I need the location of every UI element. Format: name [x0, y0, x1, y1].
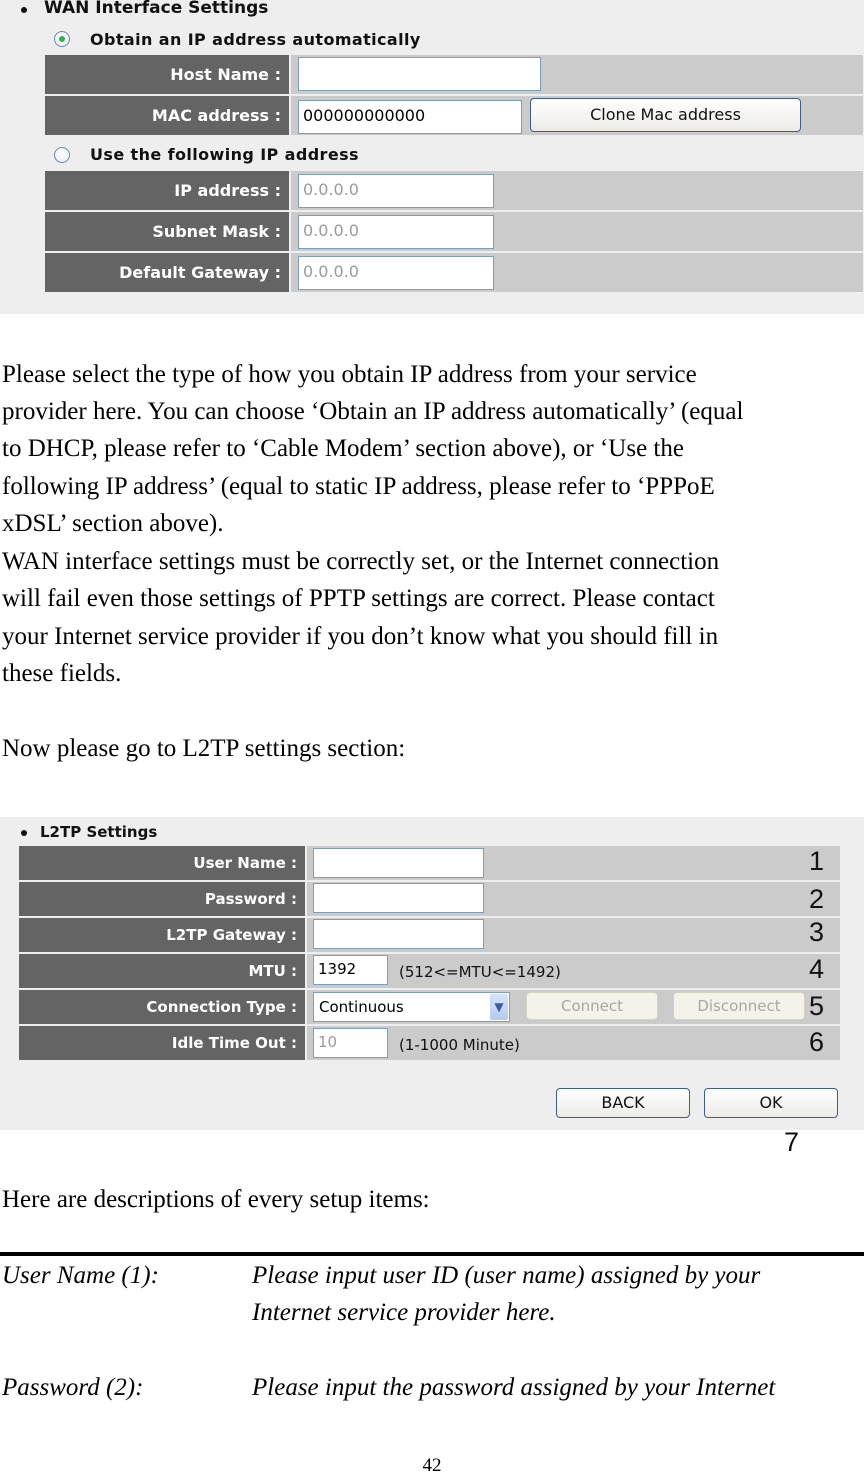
idle-timeout-label: Idle Time Out : [19, 1026, 305, 1060]
ok-button[interactable]: OK [704, 1088, 838, 1118]
callout-5: 5 [809, 991, 825, 1021]
bullet-icon [21, 830, 27, 836]
ip-address-row: IP address : 0.0.0.0 [45, 171, 863, 210]
callout-2: 2 [809, 884, 825, 914]
l2tp-gateway-row: L2TP Gateway : 3 [19, 917, 840, 952]
para-line: to DHCP, please refer to ‘Cable Modem’ s… [2, 435, 684, 462]
host-name-label: Host Name : [45, 55, 289, 94]
idle-timeout-hint: (1-1000 Minute) [399, 1036, 520, 1054]
l2tp-gateway-input[interactable] [313, 919, 484, 949]
mac-address-label: MAC address : [45, 96, 289, 135]
para-line: Please select the type of how you obtain… [2, 361, 697, 388]
disconnect-button[interactable]: Disconnect [673, 992, 805, 1020]
l2tp-gateway-label: L2TP Gateway : [19, 918, 305, 952]
connection-type-select[interactable]: Continuous ▼ [313, 992, 510, 1022]
desc-text: Internet service provider here. [252, 1299, 556, 1326]
radio-use-static-label: Use the following IP address [90, 145, 359, 164]
clone-mac-button[interactable]: Clone Mac address [530, 98, 801, 132]
desc-term: User Name (1): [2, 1262, 159, 1289]
l2tp-intro: Now please go to L2TP settings section: [2, 735, 406, 762]
user-name-label: User Name : [19, 846, 305, 880]
para-line: provider here. You can choose ‘Obtain an… [2, 398, 744, 425]
mtu-row: MTU : 1392 (512<=MTU<=1492) 4 [19, 954, 840, 988]
mac-address-input[interactable]: 000000000000 [298, 100, 522, 134]
desc-text: Please input the password assigned by yo… [252, 1374, 776, 1401]
chevron-down-icon[interactable]: ▼ [490, 994, 508, 1020]
idle-timeout-input[interactable]: 10 [313, 1028, 388, 1058]
password-row: Password : 2 [19, 882, 840, 916]
para-line: will fail even those settings of PPTP se… [2, 585, 715, 612]
connection-type-label: Connection Type : [19, 990, 305, 1024]
l2tp-settings-panel: L2TP Settings User Name : 1 Password : 2… [0, 817, 864, 1130]
desc-text: Please input user ID (user name) assigne… [252, 1262, 761, 1289]
default-gateway-input[interactable]: 0.0.0.0 [298, 256, 494, 290]
ip-address-label: IP address : [45, 171, 289, 210]
password-label: Password : [19, 882, 305, 916]
para-line: WAN interface settings must be correctly… [2, 548, 720, 575]
password-input[interactable] [313, 883, 484, 913]
callout-7: 7 [784, 1127, 800, 1157]
callout-4: 4 [809, 954, 825, 984]
wan-section-title: WAN Interface Settings [44, 0, 269, 18]
mac-address-row: MAC address : 000000000000 Clone Mac add… [45, 96, 863, 135]
radio-obtain-auto-label: Obtain an IP address automatically [90, 30, 421, 49]
idle-timeout-row: Idle Time Out : 10 (1-1000 Minute) 6 [19, 1026, 840, 1060]
host-name-input[interactable] [298, 57, 541, 91]
host-name-row: Host Name : [45, 55, 863, 94]
radio-obtain-auto[interactable] [54, 31, 70, 47]
subnet-mask-label: Subnet Mask : [45, 212, 289, 251]
radio-use-static[interactable] [54, 147, 70, 163]
default-gateway-row: Default Gateway : 0.0.0.0 [45, 253, 863, 292]
mtu-input[interactable]: 1392 [313, 955, 388, 985]
para-line: following IP address’ (equal to static I… [2, 473, 715, 500]
subnet-mask-input[interactable]: 0.0.0.0 [298, 215, 494, 249]
para-line: these fields. [2, 660, 122, 687]
para-line: your Internet service provider if you do… [2, 623, 719, 650]
default-gateway-label: Default Gateway : [45, 253, 289, 292]
divider [0, 1252, 864, 1256]
descriptions-intro: Here are descriptions of every setup ite… [2, 1186, 430, 1213]
wan-settings-panel: WAN Interface Settings Obtain an IP addr… [0, 0, 864, 314]
back-button[interactable]: BACK [556, 1088, 690, 1118]
callout-1: 1 [809, 846, 825, 876]
user-name-row: User Name : 1 [19, 846, 840, 880]
callout-6: 6 [809, 1027, 825, 1057]
mtu-hint: (512<=MTU<=1492) [399, 963, 561, 981]
bullet-icon [21, 7, 27, 13]
page-number: 42 [422, 1455, 442, 1476]
connection-type-row: Connection Type : Continuous ▼ Connect D… [19, 990, 840, 1024]
subnet-mask-row: Subnet Mask : 0.0.0.0 [45, 212, 863, 251]
ip-address-input[interactable]: 0.0.0.0 [298, 174, 494, 208]
connect-button[interactable]: Connect [526, 992, 658, 1020]
mtu-label: MTU : [19, 954, 305, 988]
l2tp-section-title: L2TP Settings [40, 823, 158, 841]
connection-type-value: Continuous [319, 998, 404, 1016]
callout-3: 3 [809, 917, 825, 947]
desc-term: Password (2): [2, 1374, 144, 1401]
user-name-input[interactable] [313, 848, 484, 878]
para-line: xDSL’ section above). [2, 510, 224, 537]
